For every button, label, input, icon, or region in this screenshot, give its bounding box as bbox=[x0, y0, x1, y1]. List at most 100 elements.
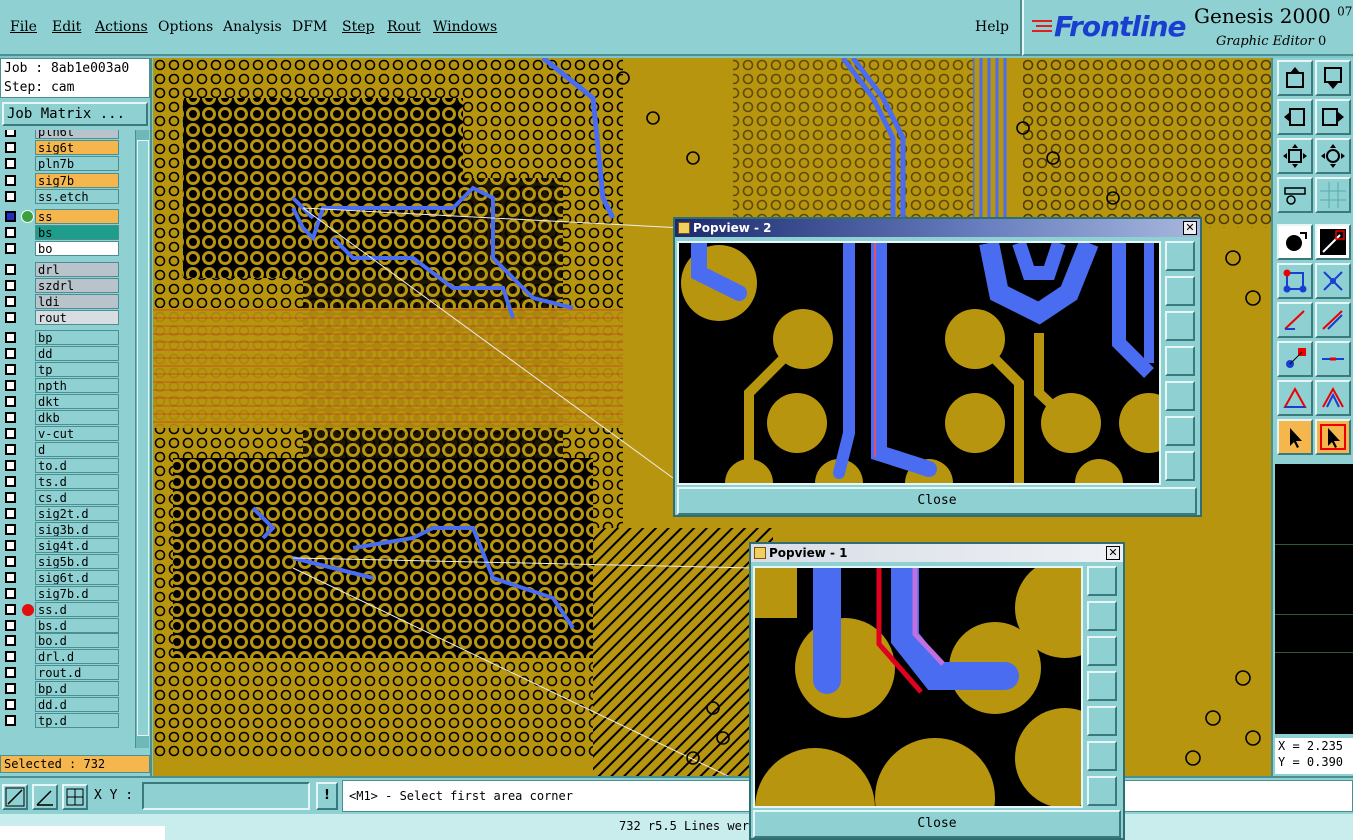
layer-checkbox[interactable] bbox=[5, 211, 16, 222]
layer-name[interactable]: dd.d bbox=[35, 697, 119, 713]
layer-list-scrollbar[interactable] bbox=[135, 130, 149, 748]
delete-net-icon[interactable] bbox=[1315, 263, 1351, 299]
layer-row[interactable]: rout.d bbox=[0, 665, 133, 681]
snap-icon[interactable] bbox=[2, 784, 28, 810]
layer-name[interactable]: bo.d bbox=[35, 633, 119, 649]
layer-checkbox[interactable] bbox=[5, 619, 16, 631]
angle-icon[interactable] bbox=[32, 784, 58, 810]
layer-row[interactable]: ss bbox=[0, 209, 133, 224]
zoom-fit-icon[interactable] bbox=[1315, 138, 1351, 174]
layer-checkbox[interactable] bbox=[5, 491, 16, 503]
menu-edit[interactable]: Edit bbox=[52, 19, 81, 35]
connect-pads-icon[interactable] bbox=[1277, 263, 1313, 299]
layer-row[interactable]: rout bbox=[0, 310, 133, 326]
popview-1-titlebar[interactable]: Popview - 1 ✕ bbox=[751, 544, 1123, 562]
layer-name[interactable]: sig7b bbox=[35, 172, 119, 188]
layer-row[interactable]: v-cut bbox=[0, 426, 133, 442]
layer-name[interactable]: bo bbox=[35, 241, 119, 257]
popview-zoom-out-icon[interactable] bbox=[1165, 451, 1195, 481]
window-menu-icon[interactable] bbox=[754, 547, 766, 559]
layer-name[interactable]: tp.d bbox=[35, 713, 119, 729]
layer-checkbox[interactable] bbox=[5, 174, 16, 186]
layer-checkbox[interactable] bbox=[5, 555, 16, 567]
layer-row[interactable]: pln6t bbox=[0, 130, 133, 139]
layer-row[interactable]: npth bbox=[0, 378, 133, 394]
popview-zoom-in-icon[interactable] bbox=[1165, 416, 1195, 446]
popview-refresh-icon[interactable] bbox=[1087, 566, 1117, 596]
layer-checkbox[interactable] bbox=[5, 142, 16, 154]
layer-row[interactable]: dkt bbox=[0, 394, 133, 410]
layer-checkbox[interactable] bbox=[5, 380, 16, 392]
line-select-icon[interactable] bbox=[1315, 224, 1351, 260]
menu-windows[interactable]: Windows bbox=[433, 19, 497, 35]
layer-name[interactable]: sig7b.d bbox=[35, 585, 119, 601]
layer-name[interactable]: sig4t.d bbox=[35, 537, 119, 553]
layer-name[interactable]: drl.d bbox=[35, 649, 119, 665]
layer-name[interactable]: dd bbox=[35, 346, 119, 362]
layer-name[interactable]: ss bbox=[35, 209, 119, 224]
scrollbar-thumb[interactable] bbox=[137, 140, 149, 736]
layer-row[interactable]: sig2t.d bbox=[0, 505, 133, 521]
layer-right-icon[interactable] bbox=[1315, 99, 1351, 135]
popview-2-titlebar[interactable]: Popview - 2 ✕ bbox=[675, 219, 1200, 237]
layer-checkbox[interactable] bbox=[5, 428, 16, 440]
close-icon[interactable]: ✕ bbox=[1183, 221, 1197, 235]
layer-row[interactable]: ts.d bbox=[0, 473, 133, 489]
layer-checkbox[interactable] bbox=[5, 279, 16, 291]
layer-name[interactable]: ss.d bbox=[35, 601, 119, 617]
layer-checkbox[interactable] bbox=[5, 227, 16, 239]
layer-checkbox[interactable] bbox=[5, 348, 16, 360]
menu-rout[interactable]: Rout bbox=[387, 19, 421, 35]
layer-checkbox[interactable] bbox=[5, 312, 16, 324]
layer-row[interactable]: d bbox=[0, 442, 133, 458]
grid-icon[interactable] bbox=[1315, 177, 1351, 213]
layer-row[interactable]: dkb bbox=[0, 410, 133, 426]
layer-name[interactable]: d bbox=[35, 442, 119, 458]
layer-name[interactable]: ss.etch bbox=[35, 188, 119, 204]
window-menu-icon[interactable] bbox=[678, 222, 690, 234]
layer-name[interactable]: rout bbox=[35, 310, 119, 326]
popview-right-icon[interactable] bbox=[1087, 706, 1117, 736]
layer-row[interactable]: sig5b.d bbox=[0, 553, 133, 569]
popview-up-icon[interactable] bbox=[1087, 601, 1117, 631]
job-matrix-button[interactable]: Job Matrix ... bbox=[2, 102, 148, 126]
layer-name[interactable]: dkt bbox=[35, 394, 119, 410]
add-trace-icon[interactable] bbox=[1315, 302, 1351, 338]
layer-row[interactable]: bp.d bbox=[0, 681, 133, 697]
popview-zoom-in-icon[interactable] bbox=[1087, 741, 1117, 771]
info-button[interactable]: ! bbox=[316, 782, 338, 810]
layer-row[interactable]: bs.d bbox=[0, 617, 133, 633]
layer-checkbox[interactable] bbox=[5, 364, 16, 376]
layer-left-icon[interactable] bbox=[1277, 99, 1313, 135]
layer-checkbox[interactable] bbox=[5, 587, 16, 599]
polygon-icon[interactable] bbox=[1277, 380, 1313, 416]
layer-name[interactable]: sig3b.d bbox=[35, 521, 119, 537]
layer-row[interactable]: cs.d bbox=[0, 489, 133, 505]
layer-checkbox[interactable] bbox=[5, 444, 16, 456]
layer-name[interactable]: npth bbox=[35, 378, 119, 394]
layer-checkbox[interactable] bbox=[5, 507, 16, 519]
layer-name[interactable]: pln6t bbox=[35, 130, 119, 139]
xy-input[interactable] bbox=[142, 782, 310, 810]
layer-checkbox[interactable] bbox=[5, 475, 16, 487]
layer-name[interactable]: bs.d bbox=[35, 617, 119, 633]
popview-down-icon[interactable] bbox=[1165, 311, 1195, 341]
popview-left-icon[interactable] bbox=[1087, 671, 1117, 701]
layer-checkbox[interactable] bbox=[5, 263, 16, 275]
select-arrow-icon[interactable] bbox=[1277, 419, 1313, 455]
layer-row[interactable]: drl bbox=[0, 261, 133, 277]
popview-up-icon[interactable] bbox=[1165, 276, 1195, 306]
layer-checkbox[interactable] bbox=[5, 571, 16, 583]
menu-options[interactable]: Options bbox=[158, 19, 213, 35]
layer-row[interactable]: pln7b bbox=[0, 156, 133, 172]
layer-name[interactable]: sig5b.d bbox=[35, 553, 119, 569]
pad-select-icon[interactable] bbox=[1277, 224, 1313, 260]
popview-right-icon[interactable] bbox=[1165, 381, 1195, 411]
layer-row[interactable]: sig3b.d bbox=[0, 521, 133, 537]
layer-name[interactable]: drl bbox=[35, 261, 119, 277]
layer-row[interactable]: tp.d bbox=[0, 713, 133, 729]
layer-row[interactable]: dd.d bbox=[0, 697, 133, 713]
layer-row[interactable]: sig7b.d bbox=[0, 585, 133, 601]
overview-map[interactable] bbox=[1275, 464, 1353, 734]
layer-checkbox[interactable] bbox=[5, 158, 16, 170]
